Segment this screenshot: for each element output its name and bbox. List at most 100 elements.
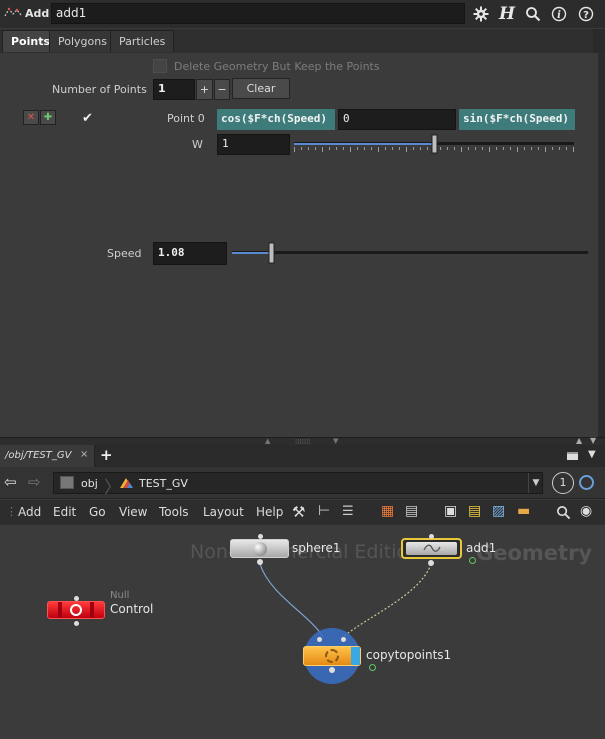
background-image-icon[interactable]: ▨ — [492, 503, 505, 519]
add-wave-icon — [423, 544, 441, 552]
forward-arrow-icon[interactable]: ⇨ — [28, 473, 41, 491]
control-node-label[interactable]: Control — [110, 602, 153, 616]
slider-handle — [268, 242, 275, 264]
list-view-icon[interactable]: ☰ — [342, 504, 354, 519]
delete-geometry-checkbox[interactable] — [153, 59, 167, 73]
tab-polygons[interactable]: Polygons — [49, 30, 116, 52]
point-enable-checkbox[interactable]: ✔ — [82, 112, 96, 126]
point0-y-field[interactable]: 0 — [338, 109, 456, 130]
parameter-body: Delete Geometry But Keep the Points Numb… — [0, 53, 605, 437]
slider-fill — [294, 143, 434, 145]
remove-point-button[interactable]: − — [214, 79, 230, 100]
pane-menu-icon[interactable]: ▼ — [588, 449, 596, 460]
subnet-box-icon[interactable]: ▬ — [517, 503, 530, 519]
wire-sphere-to-copy — [259, 563, 324, 638]
menu-tools[interactable]: Tools — [159, 505, 189, 519]
speed-slider[interactable] — [232, 242, 588, 264]
sticky-note-icon[interactable]: ▤ — [468, 503, 481, 519]
pane-maximize-icon[interactable] — [567, 452, 578, 460]
menu-add[interactable]: Add — [18, 505, 41, 519]
node-wires — [259, 563, 432, 638]
copytopoints-node-label[interactable]: copytopoints1 — [366, 648, 451, 662]
insert-instance-button[interactable]: ✚ — [40, 110, 56, 125]
add-output-port[interactable] — [428, 560, 434, 566]
network-menu-bar: ⋮ Add Edit Go View Tools Layout Help ⚒ ⊢… — [0, 500, 605, 525]
grid-layout-icon[interactable]: ▤ — [405, 503, 418, 519]
node-type-label: Add — [25, 7, 50, 20]
svg-text:?: ? — [583, 10, 589, 21]
clear-button[interactable]: Clear — [232, 78, 290, 99]
point0-label: Point 0 — [167, 112, 205, 125]
tree-view-icon[interactable]: ⊢ — [318, 503, 330, 519]
path-dropdown-icon[interactable]: ▼ — [528, 473, 543, 493]
search-icon[interactable] — [523, 4, 543, 24]
sphere-input-port[interactable] — [258, 534, 263, 539]
point0-x-expression[interactable]: cos($F*ch(Speed) — [217, 109, 335, 130]
number-of-points-field[interactable]: 1 — [153, 79, 195, 100]
null-type-label: Null — [110, 590, 130, 601]
wrench-icon[interactable]: ⚒ — [292, 503, 305, 521]
control-null-node[interactable] — [47, 601, 105, 619]
close-tab-icon[interactable]: × — [80, 449, 88, 460]
back-arrow-icon[interactable]: ⇦ — [4, 473, 17, 491]
info-icon[interactable]: i — [549, 4, 569, 24]
w-slider[interactable] — [294, 134, 574, 154]
copy-icon — [325, 649, 339, 663]
add-point-button[interactable]: + — [196, 79, 213, 100]
grid-color-icon[interactable]: ▦ — [381, 503, 394, 519]
point0-z-expression[interactable]: sin($F*ch(Speed) — [459, 109, 575, 130]
add-node[interactable] — [401, 538, 462, 559]
menu-help[interactable]: Help — [256, 505, 283, 519]
network-tab-label: /obj/TEST_GV — [5, 450, 72, 461]
copy-status-indicator — [369, 664, 376, 671]
sphere-node[interactable] — [230, 539, 289, 558]
network-tab-bar: /obj/TEST_GV × + ▼ — [0, 445, 605, 467]
wire-add-to-copy — [342, 563, 432, 638]
null-input-port[interactable] — [74, 596, 79, 601]
add-node-icon — [4, 7, 22, 17]
display-flag[interactable] — [351, 647, 360, 665]
network-canvas[interactable]: Non-Commercial Edition Geometry sphere1 … — [0, 525, 605, 739]
path-field[interactable]: obj 〉 TEST_GV ▼ — [53, 472, 543, 498]
pane-edge — [593, 29, 605, 53]
speed-slider-track — [232, 242, 588, 264]
add-tab-icon[interactable]: + — [100, 446, 113, 464]
svg-text:i: i — [557, 10, 561, 21]
path-current-label[interactable]: TEST_GV — [139, 477, 188, 490]
slider-fill — [232, 252, 271, 254]
network-path-bar: ⇦ ⇨ obj 〉 TEST_GV ▼ 1 — [0, 467, 605, 499]
remove-instance-button[interactable]: ✕ — [23, 110, 39, 125]
copy-output-port[interactable] — [329, 667, 335, 673]
add-node-label[interactable]: add1 — [466, 541, 496, 555]
menu-edit[interactable]: Edit — [53, 505, 76, 519]
path-obj-label[interactable]: obj — [81, 477, 98, 490]
network-box-icon[interactable]: ▣ — [444, 503, 457, 519]
geometry-object-icon — [120, 478, 133, 488]
gear-icon[interactable] — [471, 4, 491, 24]
network-tab[interactable]: /obj/TEST_GV × — [0, 445, 95, 467]
w-label: W — [192, 138, 203, 151]
tab-particles[interactable]: Particles — [110, 30, 175, 52]
add-status-indicator — [469, 557, 476, 564]
sphere-output-port[interactable] — [257, 559, 263, 565]
copy-input-port-1[interactable] — [317, 637, 322, 642]
sphere-node-label[interactable]: sphere1 — [292, 541, 341, 555]
speed-field[interactable]: 1.08 — [153, 242, 227, 265]
node-name-input[interactable]: add1 — [51, 3, 465, 24]
pane-link-button[interactable]: 1 — [552, 472, 574, 494]
pin-icon[interactable] — [579, 475, 594, 490]
slider-track — [232, 251, 588, 254]
pane-splitter[interactable]: ▲ ⁞⁞⁞⁞⁞⁞⁞ ▼ ▲ ▼ — [0, 436, 605, 446]
menu-view[interactable]: View — [119, 505, 147, 519]
help-icon[interactable]: ? — [576, 4, 596, 24]
menu-layout[interactable]: Layout — [203, 505, 244, 519]
null-output-port[interactable] — [74, 621, 79, 626]
w-field[interactable]: 1 — [217, 134, 290, 155]
eye-icon[interactable]: ◉ — [580, 503, 592, 519]
add-input-port[interactable] — [429, 534, 434, 539]
copytopoints-node[interactable] — [303, 646, 361, 666]
houdini-help-icon[interactable]: H — [497, 4, 517, 24]
search-icon[interactable] — [556, 505, 572, 521]
menu-go[interactable]: Go — [89, 505, 106, 519]
copy-input-port-2[interactable] — [341, 637, 346, 642]
